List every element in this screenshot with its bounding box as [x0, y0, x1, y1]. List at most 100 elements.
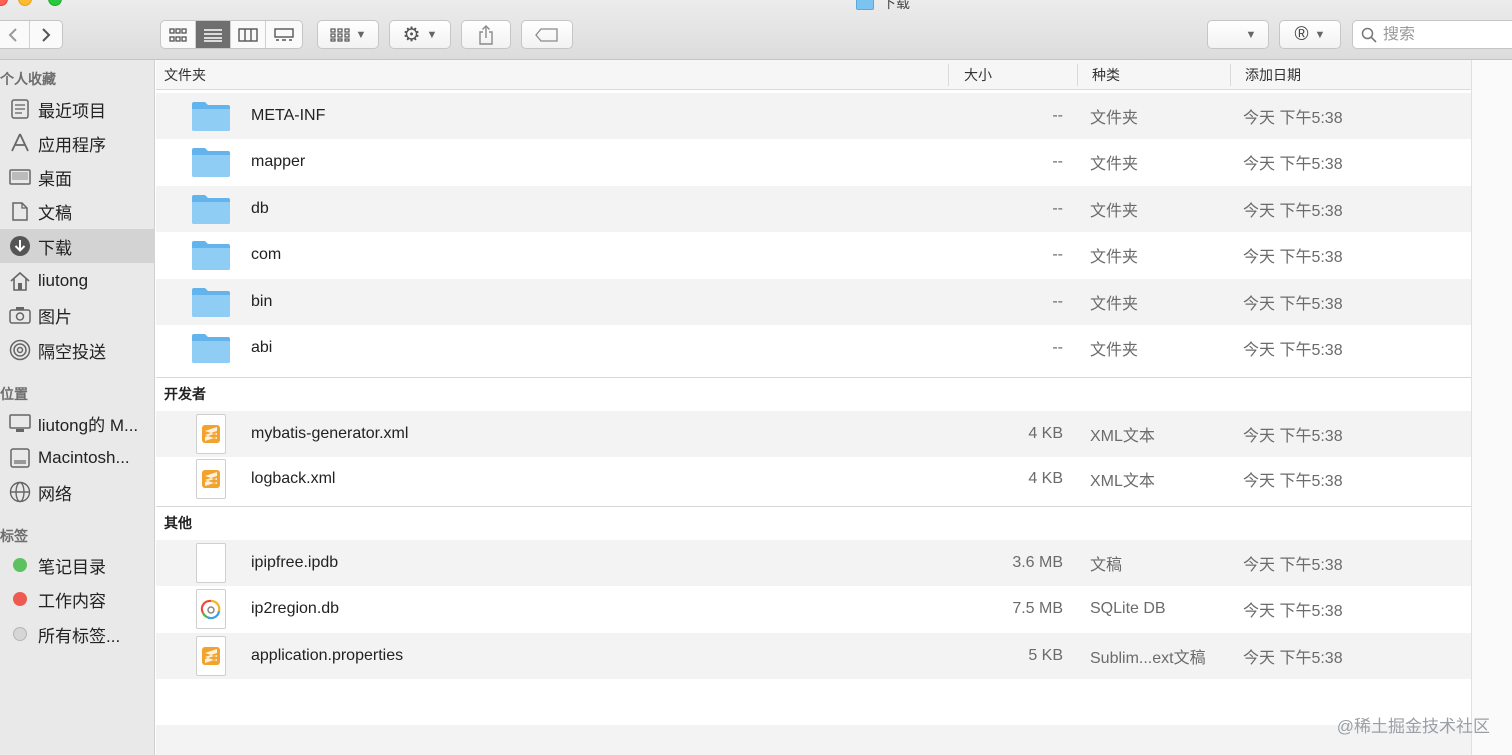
file-kind: Sublim...ext文稿 [1090, 650, 1206, 667]
share-button[interactable] [461, 20, 511, 49]
empty-row [156, 679, 1471, 725]
file-row[interactable]: mapper -- 文件夹 今天 下午5:38 [156, 139, 1471, 185]
file-kind: 文件夹 [1090, 156, 1139, 173]
columns-icon [238, 27, 258, 42]
sidebar-section-tags: 标签 [0, 528, 28, 544]
icon-view-button[interactable] [161, 21, 196, 48]
file-row[interactable]: logback.xml 4 KB XML文本 今天 下午5:38 [156, 456, 1471, 502]
file-kind: XML文本 [1090, 428, 1155, 445]
folder-icon [190, 236, 232, 274]
folder-icon [190, 283, 232, 321]
sidebar-item-label: liutong [38, 271, 89, 290]
tag-icon [535, 27, 558, 42]
column-header-kind[interactable]: 种类 [1084, 60, 1230, 90]
search-icon [1361, 27, 1377, 43]
file-row[interactable]: mybatis-generator.xml 4 KB XML文本 今天 下午5:38 [156, 411, 1471, 457]
file-name: db [251, 200, 269, 217]
sidebar-item-downloads[interactable]: 下载 [0, 229, 155, 263]
home-icon [8, 269, 32, 293]
recents-icon [8, 97, 32, 121]
sidebar-item-tag-work[interactable]: 工作内容 [0, 582, 155, 616]
sidebar-item-label: 下载 [38, 238, 72, 258]
sidebar-item-label: 应用程序 [38, 135, 106, 155]
sidebar-item-pictures[interactable]: 图片 [0, 298, 155, 332]
sidebar-item-tag-notes[interactable]: 笔记目录 [0, 548, 155, 582]
file-name: mybatis-generator.xml [251, 425, 409, 442]
folder-icon [190, 190, 232, 228]
file-row[interactable]: application.properties 5 KB Sublim...ext文稿… [156, 633, 1471, 679]
close-window-button[interactable] [0, 0, 8, 6]
sidebar-item-this-mac[interactable]: liutong的 M... [0, 406, 155, 440]
search-input[interactable] [1383, 25, 1503, 44]
sidebar-item-macintosh-hd[interactable]: Macintosh... [0, 441, 155, 475]
file-list: META-INF -- 文件夹 今天 下午5:38 mapper -- 文件夹 今天 下午5:… [156, 90, 1471, 755]
sidebar-item-desktop[interactable]: 桌面 [0, 160, 155, 194]
file-row[interactable]: bin -- 文件夹 今天 下午5:38 [156, 279, 1471, 325]
chevron-right-icon [42, 27, 51, 42]
red-tag-dot-icon [13, 592, 27, 606]
sidebar-item-label: 网络 [38, 484, 72, 504]
group-header: 开发者 [156, 377, 1471, 409]
sidebar-section-favorites: 个人收藏 [0, 71, 56, 87]
gallery-view-button[interactable] [266, 21, 301, 48]
file-size: 5 KB [1028, 647, 1063, 664]
file-row[interactable]: db -- 文件夹 今天 下午5:38 [156, 186, 1471, 232]
disk-icon [8, 446, 32, 470]
file-date-added: 今天 下午5:38 [1243, 203, 1343, 220]
file-name: META-INF [251, 107, 326, 124]
folder-icon [190, 143, 232, 181]
column-header-name[interactable]: 文件夹 [156, 60, 948, 90]
file-size: -- [1052, 153, 1063, 170]
sidebar-item-applications[interactable]: 应用程序 [0, 126, 155, 160]
gear-icon: ⚙ [402, 24, 421, 46]
tag-button[interactable] [521, 20, 573, 49]
action-menu-button[interactable]: ⚙ ▼ [389, 20, 451, 49]
registered-mark-icon: ® [1294, 23, 1309, 45]
group-by-button[interactable]: ▼ [317, 20, 379, 49]
sidebar-item-airdrop[interactable]: 隔空投送 [0, 333, 155, 367]
file-row[interactable]: ipipfree.ipdb 3.6 MB 文稿 今天 下午5:38 [156, 540, 1471, 586]
downloads-icon [8, 234, 32, 258]
registered-extension-button[interactable]: ® ▼ [1279, 20, 1341, 49]
sidebar-item-label: liutong的 M... [38, 415, 139, 435]
file-size: -- [1052, 293, 1063, 310]
sidebar-item-recents[interactable]: 最近项目 [0, 92, 155, 126]
sidebar-item-home[interactable]: liutong [0, 264, 155, 298]
sidebar-item-label: 最近项目 [38, 101, 106, 121]
list-view-button[interactable] [196, 21, 231, 48]
column-view-button[interactable] [231, 21, 266, 48]
sidebar-item-all-tags[interactable]: 所有标签... [0, 617, 155, 651]
file-row[interactable]: com -- 文件夹 今天 下午5:38 [156, 232, 1471, 278]
gray-tag-dot-icon [13, 627, 27, 641]
sidebar-item-label: 工作内容 [38, 591, 106, 611]
back-button[interactable] [0, 21, 30, 48]
file-date-added: 今天 下午5:38 [1243, 428, 1343, 445]
column-header-size[interactable]: 大小 [956, 60, 1077, 90]
sublime-file-icon [190, 459, 232, 499]
toolbar-dropdown-button[interactable]: ▼ [1207, 20, 1269, 49]
file-date-added: 今天 下午5:38 [1243, 342, 1343, 359]
sidebar-item-documents[interactable]: 文稿 [0, 194, 155, 228]
forward-button[interactable] [30, 21, 63, 48]
file-row[interactable]: abi -- 文件夹 今天 下午5:38 [156, 325, 1471, 371]
view-mode-segmented [160, 20, 303, 49]
share-icon [479, 24, 493, 45]
sidebar-item-label: 所有标签... [38, 626, 121, 646]
search-field[interactable] [1352, 20, 1512, 49]
navigation-buttons [0, 20, 63, 49]
chevron-down-icon: ▼ [1245, 28, 1257, 41]
file-date-added: 今天 下午5:38 [1243, 557, 1343, 574]
minimize-window-button[interactable] [18, 0, 32, 6]
file-row[interactable]: ip2region.db 7.5 MB SQLite DB 今天 下午5:38 [156, 586, 1471, 632]
folder-icon [190, 97, 232, 135]
column-header-date-added[interactable]: 添加日期 [1237, 60, 1467, 90]
green-tag-dot-icon [13, 558, 27, 572]
zoom-window-button[interactable] [48, 0, 62, 6]
file-kind: 文件夹 [1090, 110, 1139, 127]
file-date-added: 今天 下午5:38 [1243, 603, 1343, 620]
sidebar-item-network[interactable]: 网络 [0, 475, 155, 509]
file-row[interactable]: META-INF -- 文件夹 今天 下午5:38 [156, 93, 1471, 139]
camera-icon [8, 303, 32, 327]
file-date-added: 今天 下午5:38 [1243, 296, 1343, 313]
window-title: 下载 [856, 0, 910, 11]
